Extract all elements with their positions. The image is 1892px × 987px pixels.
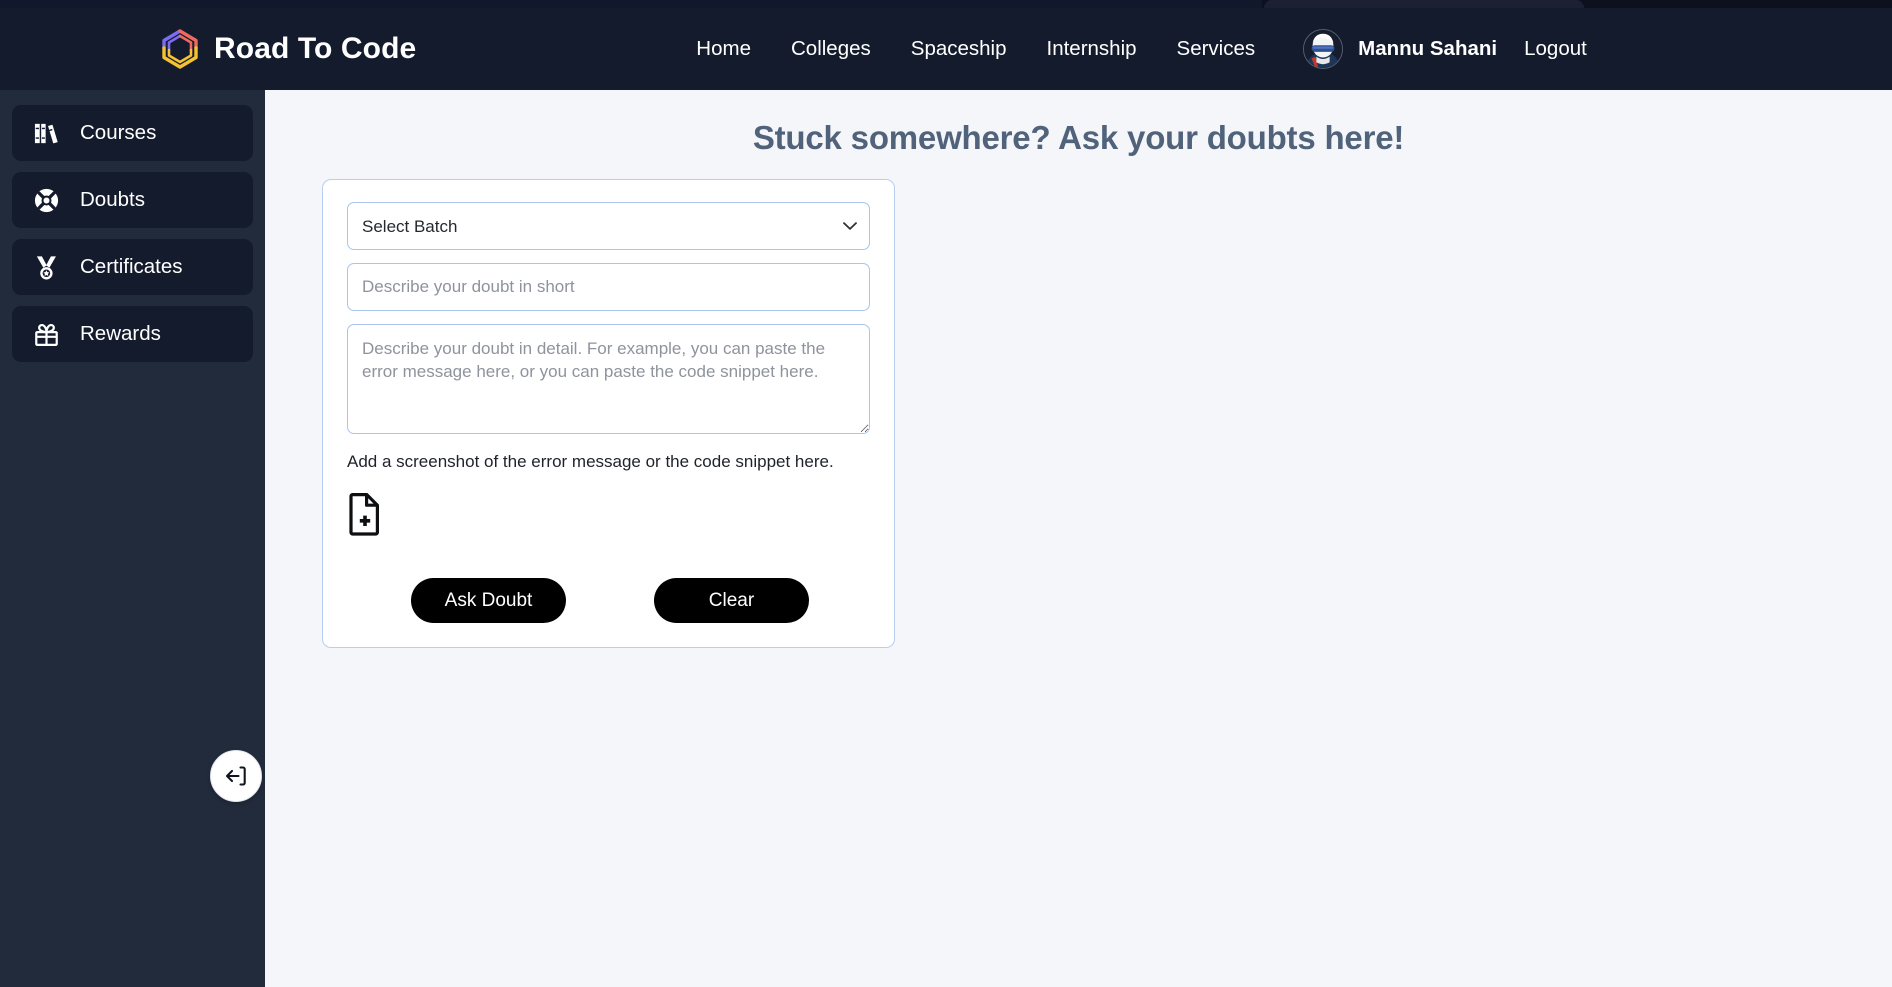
medal-icon (36, 255, 56, 279)
brand-name: Road To Code (214, 32, 417, 65)
user-block[interactable]: Mannu Sahani Logout (1303, 29, 1587, 69)
nav-item-colleges[interactable]: Colleges (791, 37, 871, 61)
sidebar-item-label-courses: Courses (80, 121, 157, 144)
sidebar-item-doubts[interactable]: Doubts (12, 172, 253, 228)
hexagon-logo-icon (162, 29, 198, 69)
browser-active-tab[interactable] (1264, 0, 1584, 8)
short-description-input[interactable] (347, 263, 870, 311)
user-avatar-icon (1304, 30, 1343, 68)
upload-helper-text: Add a screenshot of the error message or… (347, 452, 834, 471)
lifebuoy-icon (34, 188, 59, 212)
batch-select-wrapper: Select Batch (347, 202, 870, 250)
browser-chrome-strip (0, 0, 1892, 8)
user-name: Mannu Sahani (1358, 37, 1498, 60)
sidebar-item-label-rewards: Rewards (80, 322, 161, 345)
brand[interactable]: Road To Code (160, 27, 416, 71)
clear-button[interactable]: Clear (654, 578, 809, 623)
form-actions: Ask Doubt Clear (347, 578, 870, 623)
sidebar-item-courses[interactable]: Courses (12, 105, 253, 161)
logout-button[interactable]: Logout (1524, 37, 1587, 61)
sidebar-item-rewards[interactable]: Rewards (12, 306, 253, 362)
ask-doubt-form-card: Select Batch Add a screenshot of the err… (322, 179, 895, 648)
books-icon (34, 123, 58, 143)
file-plus-icon[interactable] (347, 492, 383, 536)
avatar[interactable] (1303, 29, 1344, 69)
collapse-sidebar-icon (225, 766, 246, 786)
sidebar-item-label-certificates: Certificates (80, 255, 183, 278)
detail-description-textarea[interactable] (347, 324, 870, 434)
nav-item-spaceship[interactable]: Spaceship (911, 37, 1007, 61)
sidebar: Courses Doubts Certificates Rewards (0, 90, 265, 987)
gift-icon (35, 323, 58, 346)
main-nav: Home Colleges Spaceship Internship Servi… (696, 37, 1255, 61)
page-title: Stuck somewhere? Ask your doubts here! (752, 119, 1405, 156)
main-content: Stuck somewhere? Ask your doubts here! S… (265, 90, 1892, 987)
nav-item-home[interactable]: Home (696, 37, 751, 61)
ask-doubt-button[interactable]: Ask Doubt (411, 578, 566, 623)
nav-item-internship[interactable]: Internship (1047, 37, 1137, 61)
collapse-sidebar-button[interactable] (210, 750, 262, 802)
sidebar-item-certificates[interactable]: Certificates (12, 239, 253, 295)
nav-item-services[interactable]: Services (1177, 37, 1256, 61)
batch-select[interactable]: Select Batch (347, 202, 870, 250)
top-header: Road To Code Home Colleges Spaceship Int… (0, 8, 1892, 90)
sidebar-item-label-doubts: Doubts (80, 188, 145, 211)
